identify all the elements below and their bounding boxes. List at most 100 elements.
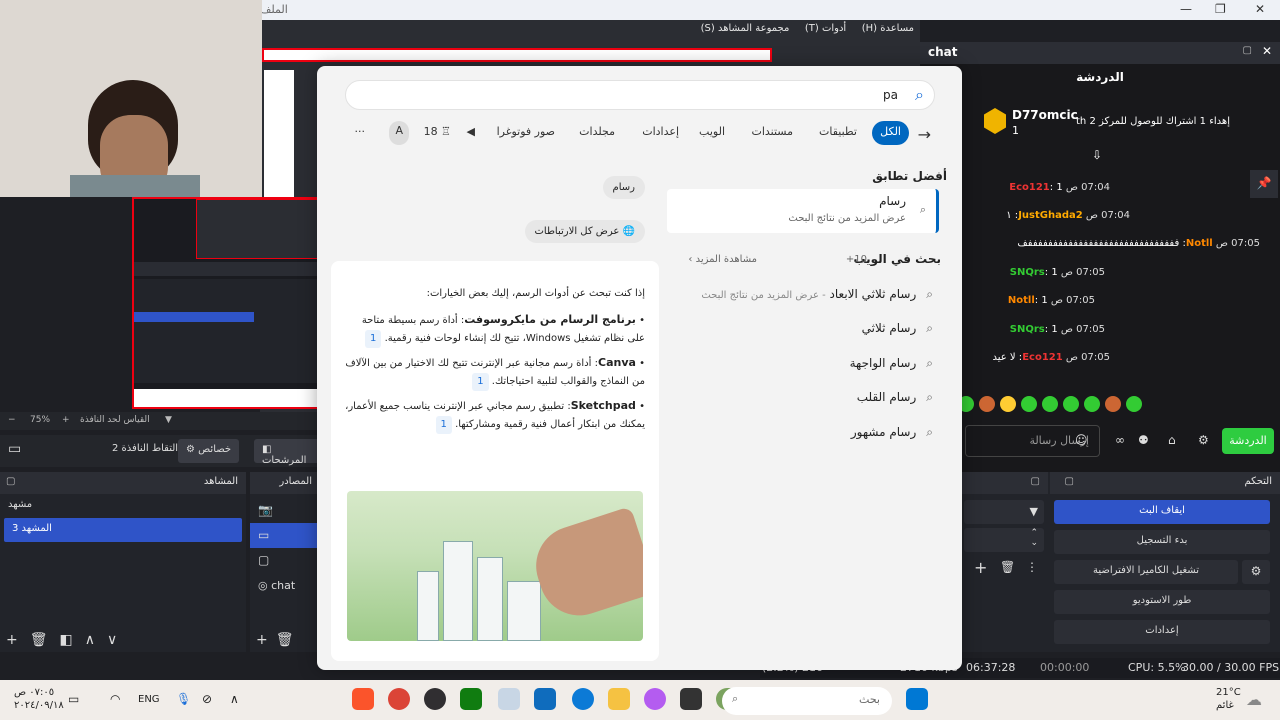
edge-icon[interactable] bbox=[572, 688, 594, 710]
zoom-decrease[interactable]: − bbox=[8, 415, 16, 425]
emote-icon[interactable] bbox=[1000, 396, 1016, 412]
trash-icon[interactable]: 🗑 bbox=[1000, 560, 1015, 574]
stop-stream-button[interactable]: ايقاف البث bbox=[1054, 500, 1270, 524]
start-recording-button[interactable]: بدء التسجيل bbox=[1054, 530, 1270, 554]
mic-icon[interactable]: 🎙 bbox=[176, 692, 191, 706]
menu-help[interactable]: مساعدة (H) bbox=[856, 20, 920, 37]
gear-icon[interactable]: ⚙ bbox=[1242, 560, 1270, 584]
camera-off-icon[interactable]: ⊘ bbox=[202, 692, 212, 706]
more-icon[interactable]: ··· bbox=[347, 121, 374, 145]
window-icon[interactable]: ▭ bbox=[250, 523, 320, 548]
emote-icon[interactable] bbox=[1063, 396, 1079, 412]
minimize-icon[interactable]: — bbox=[1180, 2, 1192, 16]
add-icon[interactable]: + bbox=[6, 632, 30, 648]
citation-link[interactable]: 1 bbox=[472, 373, 489, 391]
infinity-icon[interactable]: ∞ bbox=[1115, 433, 1125, 447]
tab-documents[interactable]: مستندات bbox=[743, 121, 801, 145]
start-icon[interactable] bbox=[906, 688, 928, 710]
add-source-icon[interactable]: + bbox=[256, 632, 276, 648]
pin-icon[interactable]: 📌 bbox=[1250, 170, 1278, 198]
search-box[interactable]: ⌕ pa bbox=[345, 80, 935, 110]
undock-icon[interactable]: ▢ bbox=[1243, 45, 1252, 56]
properties-button[interactable]: ⚙ خصائص bbox=[178, 439, 240, 463]
up-icon[interactable]: ∧ bbox=[85, 632, 107, 648]
undock-icon[interactable]: ▢ bbox=[1031, 476, 1040, 487]
add-icon[interactable]: + bbox=[974, 558, 987, 577]
web-result[interactable]: ⌕رسام ثلاثي bbox=[862, 321, 933, 336]
tab-web[interactable]: الويب bbox=[691, 121, 733, 145]
tab-apps[interactable]: تطبيقات bbox=[811, 121, 865, 145]
undock-icon[interactable]: ▢ bbox=[6, 476, 15, 487]
spin-icon[interactable]: ⌃ ⌄ bbox=[1030, 528, 1038, 548]
close-icon[interactable]: ✕ bbox=[1262, 44, 1272, 58]
obs-icon[interactable] bbox=[424, 688, 446, 710]
camera-icon[interactable]: 📷 bbox=[258, 498, 312, 523]
scene-item-selected[interactable]: المشهد 3 bbox=[4, 518, 242, 542]
shapes-icon[interactable]: ⚉ bbox=[1138, 433, 1149, 447]
avatar[interactable]: A bbox=[389, 121, 409, 145]
settings-button[interactable]: إعدادات bbox=[1054, 620, 1270, 644]
emote-icon[interactable] bbox=[1042, 396, 1058, 412]
clock[interactable]: ٠٧:٠٥ ص ٢٠٢٤/٠٩/١٨ bbox=[14, 686, 64, 712]
remove-source-icon[interactable]: 🗑 bbox=[276, 632, 302, 648]
store-icon[interactable]: ⌂ bbox=[1168, 433, 1176, 447]
close-icon[interactable]: ✕ bbox=[1255, 2, 1265, 16]
web-result[interactable]: ⌕رسام الواجهة bbox=[850, 356, 933, 371]
drawing-image[interactable] bbox=[347, 491, 643, 641]
app-icon[interactable] bbox=[498, 688, 520, 710]
source-chat[interactable]: ◎ chat bbox=[258, 573, 312, 598]
zoom-dropdown-icon[interactable]: ▼ bbox=[165, 415, 172, 425]
chat-send-button[interactable]: الدردشة bbox=[1222, 428, 1274, 454]
virtual-camera-button[interactable]: تشغيل الكاميرا الافتراضية bbox=[1054, 560, 1238, 584]
best-match-item[interactable]: ⌕ رسام عرض المزيد من نتائج البحث bbox=[667, 189, 939, 233]
settings-icon[interactable]: ⚙ bbox=[1198, 433, 1209, 447]
emote-icon[interactable] bbox=[979, 396, 995, 412]
citation-link[interactable]: 1 bbox=[365, 330, 382, 348]
filter-icon[interactable]: ◧ bbox=[60, 632, 85, 648]
studio-mode-button[interactable]: طور الاستوديو bbox=[1054, 590, 1270, 614]
web-result[interactable]: ⌕رسام ثلاثي الابعاد - عرض المزيد من نتائ… bbox=[701, 287, 933, 302]
web-result[interactable]: ⌕رسام القلب bbox=[857, 390, 933, 405]
tab-settings[interactable]: إعدادات bbox=[634, 121, 687, 145]
tab-all[interactable]: الكل bbox=[872, 121, 909, 145]
copilot-icon[interactable] bbox=[644, 688, 666, 710]
menu-tools[interactable]: أدوات (T) bbox=[799, 20, 852, 37]
emote-icon[interactable] bbox=[1084, 396, 1100, 412]
see-more-link[interactable]: مشاهدة المزيد › bbox=[688, 254, 757, 265]
undock-icon[interactable]: ▢ bbox=[1065, 476, 1074, 487]
emote-icon[interactable] bbox=[1021, 396, 1037, 412]
play-icon[interactable]: ◀ bbox=[459, 121, 483, 145]
weather[interactable]: 21°C غائم bbox=[1216, 686, 1241, 712]
taskbar-search[interactable]: ⌕ بحث bbox=[722, 687, 892, 715]
down-icon[interactable]: ∨ bbox=[107, 632, 129, 648]
battery-icon[interactable]: ▭ bbox=[68, 692, 79, 706]
view-all-links-button[interactable]: 🌐 عرض كل الارتباطات bbox=[524, 220, 645, 243]
scene-item[interactable]: مشهد bbox=[0, 494, 246, 518]
emote-icon[interactable] bbox=[1126, 396, 1142, 412]
filters-button[interactable]: ◧ المرشحات bbox=[254, 439, 320, 466]
citation-link[interactable]: 1 bbox=[435, 416, 452, 434]
emote-icon[interactable] bbox=[1105, 396, 1121, 412]
folder-icon[interactable] bbox=[608, 688, 630, 710]
maximize-icon[interactable]: ❐ bbox=[1215, 2, 1226, 16]
chrome-icon[interactable] bbox=[388, 688, 410, 710]
emoji-icon[interactable]: ☺ bbox=[1075, 433, 1088, 447]
display-icon[interactable]: ▢ bbox=[258, 548, 312, 573]
wifi-icon[interactable]: ◠ bbox=[110, 692, 120, 706]
terminal-icon[interactable] bbox=[680, 688, 702, 710]
zoom-increase[interactable]: + bbox=[62, 415, 70, 425]
back-arrow-icon[interactable]: → bbox=[910, 121, 939, 145]
store-icon[interactable] bbox=[534, 688, 556, 710]
tab-folders[interactable]: مجلدات bbox=[571, 121, 623, 145]
chevron-down-icon[interactable]: ⇩ bbox=[1092, 148, 1102, 162]
menu-scene-collection[interactable]: مجموعة المشاهد (S) bbox=[695, 20, 796, 37]
brave-icon[interactable] bbox=[352, 688, 374, 710]
search-query[interactable]: pa bbox=[883, 88, 898, 102]
chevron-up-icon[interactable]: ∧ bbox=[230, 692, 239, 706]
more-icon[interactable]: ⋮ bbox=[1026, 560, 1038, 574]
trash-icon[interactable]: 🗑 bbox=[30, 632, 60, 648]
dropdown[interactable]: ▼ bbox=[964, 500, 1044, 524]
xbox-icon[interactable] bbox=[460, 688, 482, 710]
tab-photos[interactable]: صور فوتوغرا bbox=[489, 121, 563, 145]
web-result[interactable]: ⌕رسام مشهور bbox=[851, 425, 933, 440]
